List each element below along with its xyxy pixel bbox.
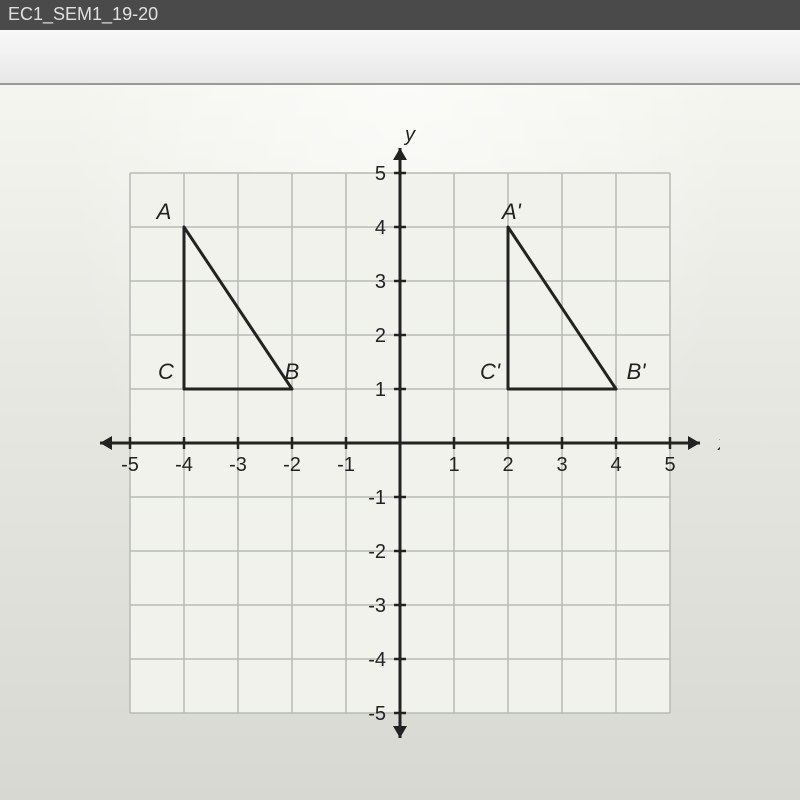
svg-text:-4: -4 — [175, 454, 193, 476]
svg-text:5: 5 — [375, 163, 386, 185]
window-title-bar: EC1_SEM1_19-20 — [0, 0, 800, 30]
svg-text:B': B' — [627, 359, 647, 384]
svg-text:3: 3 — [375, 271, 386, 293]
svg-text:4: 4 — [375, 217, 386, 239]
svg-text:-3: -3 — [368, 595, 386, 617]
svg-text:3: 3 — [556, 454, 567, 476]
svg-text:5: 5 — [664, 454, 675, 476]
svg-text:1: 1 — [448, 454, 459, 476]
svg-text:B: B — [285, 359, 300, 384]
svg-text:-2: -2 — [283, 454, 301, 476]
svg-text:-3: -3 — [229, 454, 247, 476]
svg-text:C': C' — [480, 359, 501, 384]
svg-text:-4: -4 — [368, 649, 386, 671]
svg-text:-5: -5 — [121, 454, 139, 476]
svg-text:y: y — [403, 124, 416, 146]
content-area: -5 -4 -3 -2 -1 1 2 3 4 5 -5 -4 -3 -2 -1 1 2 3 4 5 x y A B C A' B' C… — [0, 85, 800, 800]
svg-text:-2: -2 — [368, 541, 386, 563]
toolbar — [0, 30, 800, 85]
svg-text:1: 1 — [375, 379, 386, 401]
svg-text:x: x — [717, 433, 720, 455]
svg-text:A: A — [155, 199, 172, 224]
svg-text:-1: -1 — [368, 487, 386, 509]
chart-svg: -5 -4 -3 -2 -1 1 2 3 4 5 -5 -4 -3 -2 -1 1 2 3 4 5 x y A B C A' B' C… — [80, 123, 720, 763]
window-title: EC1_SEM1_19-20 — [8, 4, 158, 24]
svg-text:A': A' — [500, 199, 522, 224]
svg-text:-5: -5 — [368, 703, 386, 725]
svg-text:-1: -1 — [337, 454, 355, 476]
svg-text:2: 2 — [502, 454, 513, 476]
svg-text:4: 4 — [610, 454, 621, 476]
svg-text:C: C — [158, 359, 174, 384]
svg-text:2: 2 — [375, 325, 386, 347]
coordinate-graph: -5 -4 -3 -2 -1 1 2 3 4 5 -5 -4 -3 -2 -1 1 2 3 4 5 x y A B C A' B' C… — [80, 123, 720, 763]
